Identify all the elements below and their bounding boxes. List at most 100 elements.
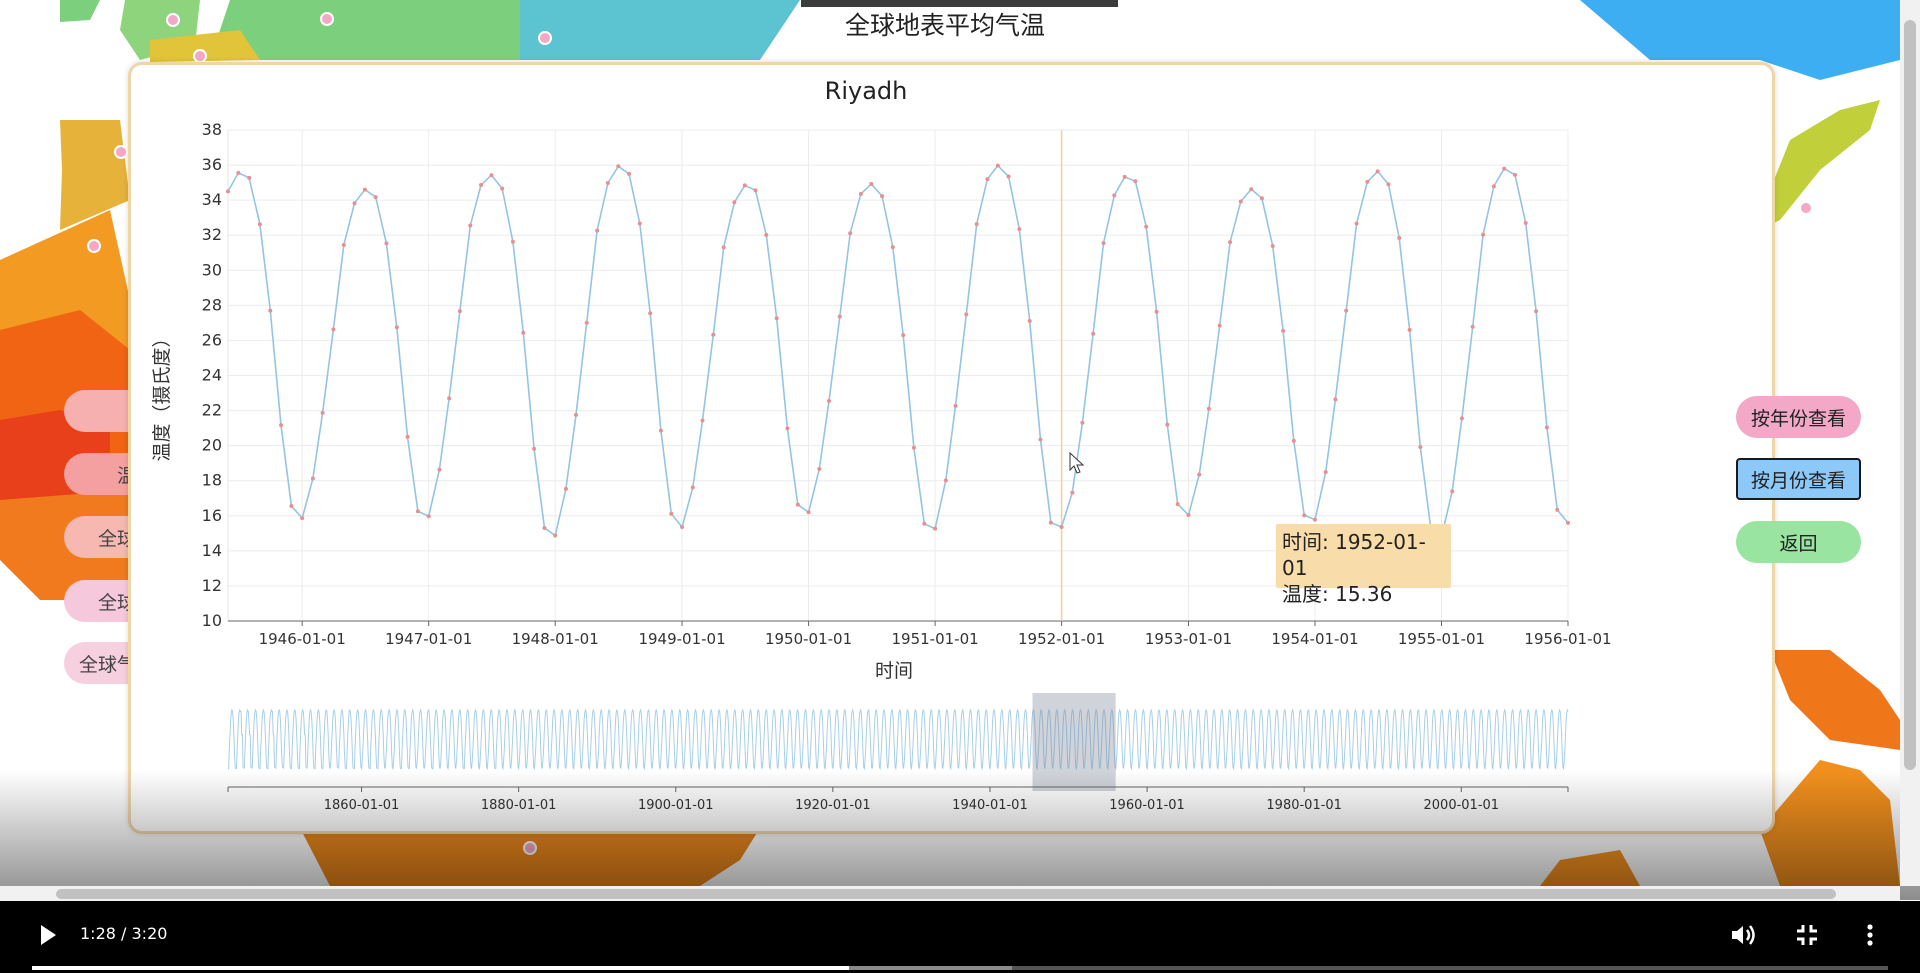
more-options-icon[interactable]: [1852, 917, 1888, 953]
play-icon[interactable]: [30, 917, 66, 953]
data-point: [1186, 513, 1191, 518]
data-point: [289, 504, 294, 509]
vertical-scroll-thumb[interactable]: [1904, 20, 1916, 770]
data-point: [774, 316, 779, 321]
view-by-year-button[interactable]: 按年份查看: [1736, 396, 1861, 438]
data-point: [595, 228, 600, 233]
app-stage: 全球地表平均气温 温 全球 全球 全球气 Riyadh 10 12 14 16 18 20…: [0, 0, 1920, 973]
video-time: 1:28 / 3:20: [80, 924, 168, 943]
y-tick-label: 24: [202, 366, 222, 385]
data-point: [995, 163, 1000, 168]
data-point: [1397, 236, 1402, 241]
x-axis-label: 时间: [875, 660, 913, 682]
data-point: [1523, 220, 1528, 225]
data-point: [974, 222, 979, 227]
chart-title: Riyadh: [825, 77, 908, 105]
data-point: [764, 232, 769, 237]
horizontal-scroll-thumb[interactable]: [56, 889, 1836, 899]
data-point: [468, 223, 473, 228]
data-point: [1017, 227, 1022, 232]
y-tick-label: 22: [202, 401, 222, 420]
page-title: 全球地表平均气温: [844, 11, 1045, 40]
data-point: [1217, 323, 1222, 328]
data-point: [1566, 520, 1570, 525]
exit-fullscreen-icon[interactable]: [1789, 917, 1825, 953]
data-point: [1059, 525, 1064, 530]
tooltip-temp: 温度: 15.36: [1282, 582, 1393, 606]
y-tick-label: 18: [202, 471, 222, 490]
data-point: [669, 511, 674, 516]
x-tick-label: 1955-01-01: [1398, 630, 1485, 648]
view-by-month-button[interactable]: 按月份查看: [1736, 458, 1861, 500]
data-point: [933, 526, 938, 531]
data-point: [1544, 425, 1549, 430]
video-progress-fill: [32, 966, 849, 970]
data-point: [605, 180, 610, 185]
data-point: [1270, 243, 1275, 248]
x-tick-label: 1951-01-01: [891, 630, 978, 648]
data-point: [521, 330, 526, 335]
mouse-cursor-icon: [1069, 452, 1085, 474]
video-gradient-overlay: [0, 770, 1920, 900]
data-point: [489, 173, 494, 178]
data-point: [1206, 406, 1211, 411]
data-point: [806, 510, 811, 515]
y-tick-label: 20: [202, 436, 222, 455]
data-point: [837, 314, 842, 319]
data-point: [563, 486, 568, 491]
data-point: [1555, 507, 1560, 512]
data-point: [1386, 182, 1391, 187]
temperature-chart[interactable]: Riyadh 10 12 14 16 18 20 22 24 26 28 30 32 34 36 38 19…: [131, 65, 1772, 831]
video-progress-bar[interactable]: [32, 966, 1888, 970]
data-point: [869, 182, 874, 187]
data-point: [732, 200, 737, 205]
data-point: [479, 183, 484, 188]
data-point: [1450, 489, 1455, 494]
data-point: [1302, 513, 1307, 518]
data-point: [226, 189, 230, 194]
data-point: [394, 325, 399, 330]
data-point: [1470, 324, 1475, 329]
data-point: [268, 308, 273, 313]
data-point: [362, 187, 367, 192]
data-point: [711, 332, 716, 337]
x-tick-label: 1954-01-01: [1271, 630, 1358, 648]
data-point: [880, 194, 885, 199]
data-point: [457, 309, 462, 314]
data-point: [922, 521, 927, 526]
volume-icon[interactable]: [1726, 917, 1762, 953]
data-point: [890, 245, 895, 250]
data-point: [795, 502, 800, 507]
y-tick-label: 26: [202, 330, 222, 349]
data-point: [1101, 241, 1106, 246]
back-button[interactable]: 返回: [1736, 521, 1861, 563]
y-tick-label: 38: [202, 120, 222, 139]
data-point: [1122, 174, 1127, 179]
x-tick-label: 1953-01-01: [1145, 630, 1232, 648]
y-axis: 10 12 14 16 18 20 22 24 26 28 30 32 34 36 38: [202, 120, 222, 630]
x-tick-label: 1956-01-01: [1524, 630, 1611, 648]
chart-tooltip: 时间: 1952-01-01 温度: 15.36: [1276, 524, 1451, 606]
x-tick-label: 1948-01-01: [512, 630, 599, 648]
data-point: [257, 222, 262, 227]
data-point: [352, 201, 357, 206]
data-point: [1491, 184, 1496, 189]
data-point: [542, 525, 547, 530]
data-point: [1112, 193, 1117, 198]
data-point: [1512, 172, 1517, 177]
data-point: [553, 533, 558, 538]
data-point: [1091, 331, 1096, 336]
data-point: [943, 478, 948, 483]
data-point: [658, 428, 663, 433]
data-point: [341, 243, 346, 248]
data-point: [584, 320, 589, 325]
data-point: [1365, 179, 1370, 184]
data-point: [279, 423, 284, 428]
y-tick-label: 36: [202, 155, 222, 174]
data-point: [247, 175, 252, 180]
data-point: [510, 239, 515, 244]
data-point: [1502, 166, 1507, 171]
data-point: [953, 403, 958, 408]
data-point: [236, 170, 241, 175]
data-point: [405, 434, 410, 439]
